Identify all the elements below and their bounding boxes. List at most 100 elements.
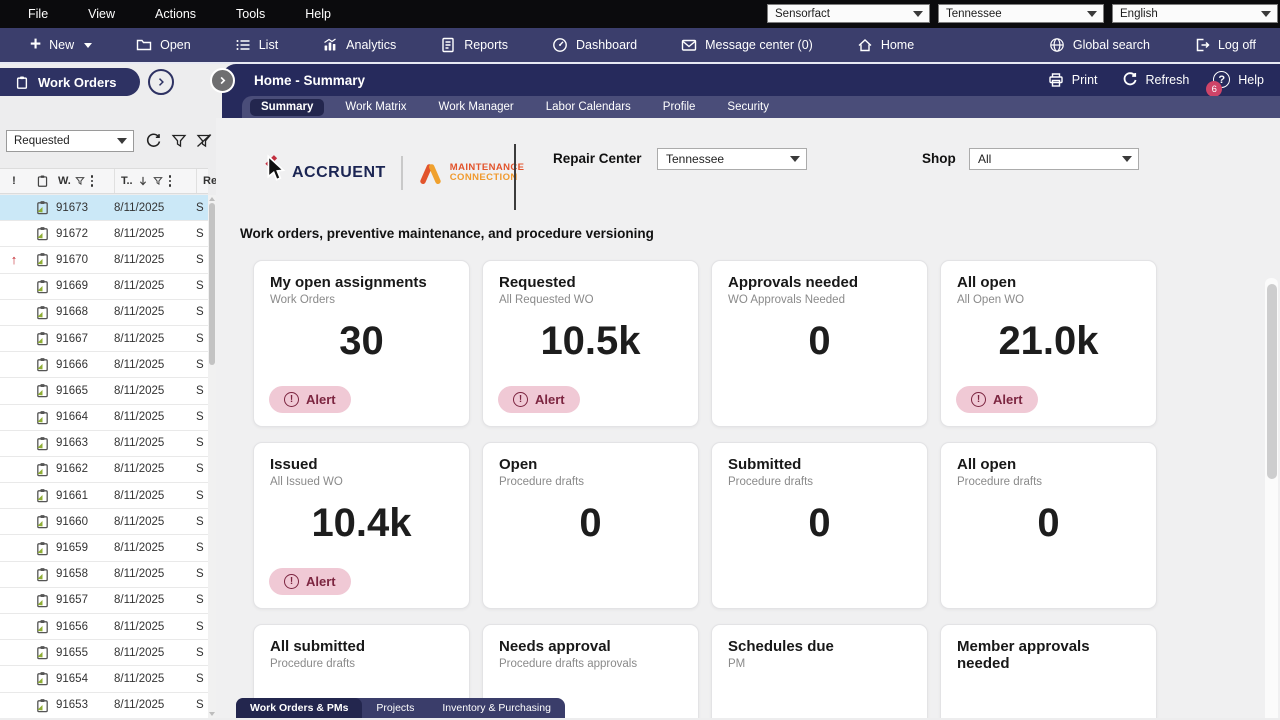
tab[interactable]: Security — [716, 99, 780, 116]
dashboard-button[interactable]: Dashboard — [552, 37, 637, 53]
card-subtitle: PM — [728, 658, 911, 670]
status-filter-select[interactable]: Requested — [6, 130, 134, 152]
open-button[interactable]: Open — [136, 37, 191, 53]
message-center-button[interactable]: Message center (0) — [681, 37, 813, 53]
work-order-row[interactable]: ↑ 91664 8/11/2025 S — [0, 405, 208, 431]
company-select[interactable]: Sensorfact — [767, 4, 930, 23]
type-icon-column-header[interactable] — [28, 169, 56, 193]
card-subtitle: All Issued WO — [270, 476, 453, 488]
scroll-down-icon[interactable] — [209, 712, 215, 716]
work-order-row[interactable]: ↑ 91669 8/11/2025 S — [0, 274, 208, 300]
target-date-column-header[interactable]: T.. — [114, 169, 196, 193]
menu-help[interactable]: Help — [305, 7, 331, 21]
panel-expand-button[interactable] — [148, 69, 174, 95]
work-order-row[interactable]: ↑ 91672 8/11/2025 S — [0, 221, 208, 247]
clear-filter-icon[interactable] — [196, 133, 212, 149]
work-order-row[interactable]: ↑ 91653 8/11/2025 S — [0, 693, 208, 718]
main-scrollbar-thumb[interactable] — [1267, 284, 1277, 479]
work-order-reason: S — [196, 333, 208, 345]
work-order-row[interactable]: ↑ 91668 8/11/2025 S — [0, 300, 208, 326]
chevron-right-icon — [217, 75, 228, 86]
bottom-tab[interactable]: Projects — [362, 698, 428, 718]
tab[interactable]: Summary — [250, 99, 324, 116]
work-order-row[interactable]: ↑ 91663 8/11/2025 S — [0, 431, 208, 457]
sidebar-scrollbar-thumb[interactable] — [209, 203, 215, 365]
refresh-button[interactable]: Refresh — [1122, 72, 1190, 88]
main-header: Home - Summary Print Refresh ? 6 Help Su… — [222, 64, 1280, 118]
global-search-button[interactable]: Global search — [1049, 37, 1150, 53]
alert-badge[interactable]: ! Alert — [956, 386, 1038, 413]
list-button[interactable]: List — [235, 37, 278, 53]
language-select[interactable]: English — [1112, 4, 1278, 23]
shop-select[interactable]: All — [969, 148, 1139, 170]
help-button[interactable]: ? 6 Help — [1213, 71, 1264, 88]
menu-actions[interactable]: Actions — [155, 7, 196, 21]
work-order-row[interactable]: ↑ 91670 8/11/2025 S — [0, 247, 208, 273]
scroll-up-icon[interactable] — [209, 197, 215, 201]
metric-card[interactable]: Requested All Requested WO 10.5k ! Alert — [482, 260, 699, 427]
work-order-row[interactable]: ↑ 91666 8/11/2025 S — [0, 352, 208, 378]
work-order-row[interactable]: ↑ 91654 8/11/2025 S — [0, 666, 208, 692]
repair-center-select[interactable]: Tennessee — [657, 148, 807, 170]
bottom-tab[interactable]: Inventory & Purchasing — [428, 698, 565, 718]
filter-icon — [153, 176, 163, 186]
site-select[interactable]: Tennessee — [938, 4, 1104, 23]
home-button[interactable]: Home — [857, 37, 914, 53]
work-order-row[interactable]: ↑ 91659 8/11/2025 S — [0, 535, 208, 561]
main-scrollbar[interactable] — [1265, 278, 1278, 718]
column-menu-icon[interactable] — [169, 175, 172, 187]
work-order-row[interactable]: ↑ 91661 8/11/2025 S — [0, 483, 208, 509]
metric-card[interactable]: My open assignments Work Orders 30 ! Ale… — [253, 260, 470, 427]
tab[interactable]: Profile — [652, 99, 707, 116]
work-order-id: 91654 — [56, 673, 114, 685]
alert-badge[interactable]: ! Alert — [269, 568, 351, 595]
metric-card[interactable]: Issued All Issued WO 10.4k ! Alert — [253, 442, 470, 609]
menu-tools[interactable]: Tools — [236, 7, 265, 21]
metric-card[interactable]: Approvals needed WO Approvals Needed 0 !… — [711, 260, 928, 427]
work-order-row[interactable]: ↑ 91660 8/11/2025 S — [0, 509, 208, 535]
work-orders-panel-button[interactable]: Work Orders — [0, 68, 140, 96]
work-order-row[interactable]: ↑ 91656 8/11/2025 S — [0, 614, 208, 640]
tab[interactable]: Work Matrix — [334, 99, 417, 116]
work-order-row[interactable]: ↑ 91667 8/11/2025 S — [0, 326, 208, 352]
work-order-row[interactable]: ↑ 91673 8/11/2025 S — [0, 195, 208, 221]
alert-badge[interactable]: ! Alert — [498, 386, 580, 413]
status-filter-value: Requested — [14, 135, 70, 147]
metric-card[interactable]: Open Procedure drafts 0 ! Alert — [482, 442, 699, 609]
alert-badge[interactable]: ! Alert — [269, 386, 351, 413]
work-order-row[interactable]: ↑ 91662 8/11/2025 S — [0, 457, 208, 483]
refresh-icon[interactable] — [145, 133, 162, 150]
metric-card[interactable]: All open All Open WO 21.0k ! Alert — [940, 260, 1157, 427]
work-order-reason: S — [196, 568, 208, 580]
filter-icon[interactable] — [171, 133, 187, 149]
bottom-tab[interactable]: Work Orders & PMs — [236, 698, 362, 718]
sidebar-scrollbar[interactable] — [208, 195, 216, 718]
logo-divider — [401, 156, 403, 190]
analytics-button[interactable]: Analytics — [322, 37, 396, 53]
metric-card[interactable]: Member approvals needed ! Alert — [940, 624, 1157, 718]
work-order-row[interactable]: ↑ 91658 8/11/2025 S — [0, 562, 208, 588]
column-menu-icon[interactable] — [91, 175, 94, 187]
reports-button[interactable]: Reports — [440, 37, 508, 53]
priority-column-header[interactable]: ! — [0, 169, 28, 193]
log-off-button[interactable]: Log off — [1194, 37, 1256, 53]
work-order-reason: S — [196, 254, 208, 266]
toolbar: + New Open List Analytics Reports Dashbo… — [0, 28, 1280, 64]
metric-card[interactable]: Submitted Procedure drafts 0 ! Alert — [711, 442, 928, 609]
sidebar-collapse-button[interactable] — [210, 68, 235, 93]
site-select-value: Tennessee — [946, 8, 1002, 20]
menu-file[interactable]: File — [28, 7, 48, 21]
wo-column-header[interactable]: W. — [56, 169, 114, 193]
new-button[interactable]: + New — [30, 38, 92, 52]
work-order-id: 91668 — [56, 306, 114, 318]
metric-card[interactable]: Schedules due PM ! Alert — [711, 624, 928, 718]
print-button[interactable]: Print — [1048, 72, 1098, 88]
tab[interactable]: Work Manager — [428, 99, 525, 116]
work-order-row[interactable]: ↑ 91655 8/11/2025 S — [0, 640, 208, 666]
work-order-row[interactable]: ↑ 91657 8/11/2025 S — [0, 588, 208, 614]
tab-label: Labor Calendars — [546, 101, 631, 113]
tab[interactable]: Labor Calendars — [535, 99, 642, 116]
metric-card[interactable]: All open Procedure drafts 0 ! Alert — [940, 442, 1157, 609]
work-order-row[interactable]: ↑ 91665 8/11/2025 S — [0, 378, 208, 404]
menu-view[interactable]: View — [88, 7, 115, 21]
